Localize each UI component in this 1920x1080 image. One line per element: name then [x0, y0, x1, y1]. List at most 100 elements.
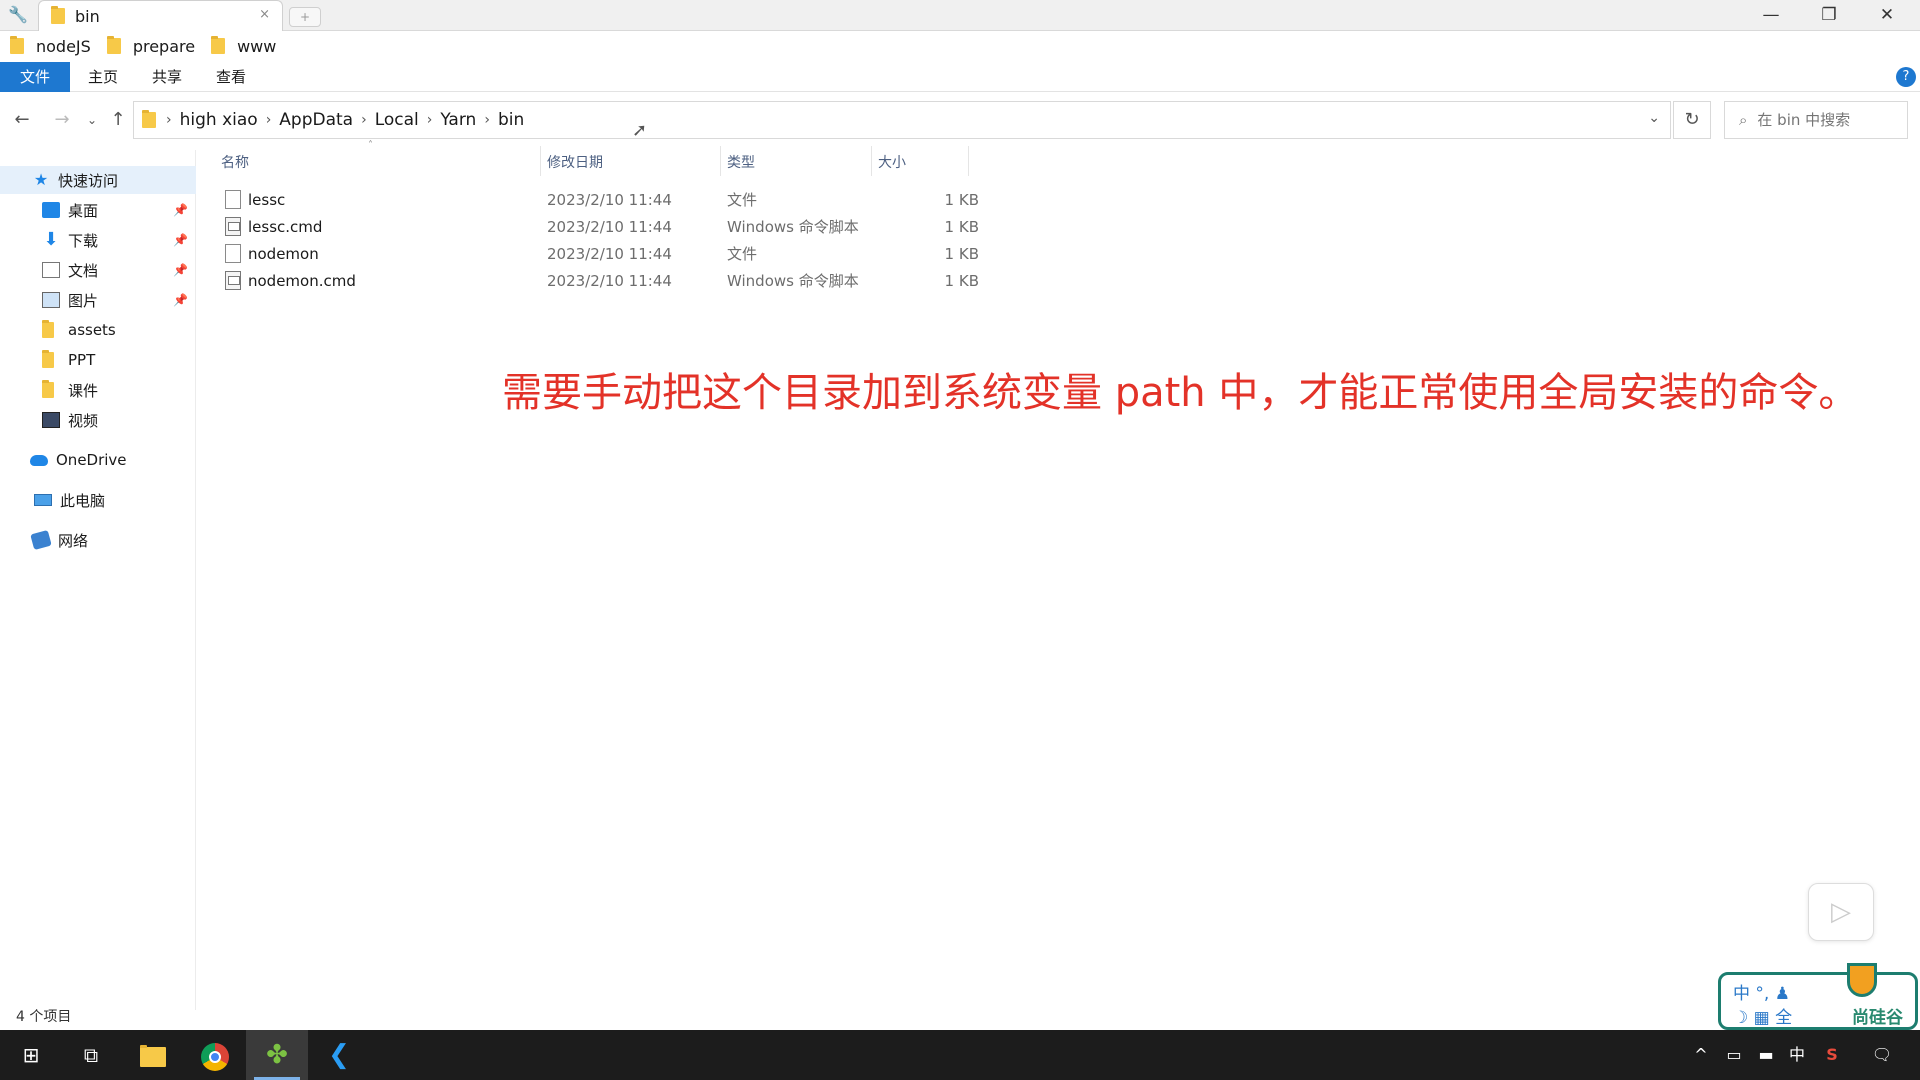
file-size: 1 KB: [944, 190, 979, 209]
sidebar-item-assets[interactable]: assets: [0, 316, 196, 344]
file-row[interactable]: nodemon 2023/2/10 11:44 文件 1 KB: [218, 240, 979, 267]
sogou-ime-icon[interactable]: S: [1818, 1030, 1846, 1080]
sidebar-item-quick-access[interactable]: ★ 快速访问: [0, 166, 196, 194]
taskbar: ⊞ ⧉ ✤ ❮ ^ ▭ ▬ 中 S 🗨: [0, 1030, 1920, 1080]
bookmark-nodejs[interactable]: nodeJS: [10, 36, 91, 56]
ribbon-tab-view[interactable]: 查看: [208, 62, 254, 92]
sidebar-item-documents[interactable]: 文档 📌: [0, 256, 196, 284]
file-name: nodemon: [248, 244, 319, 263]
network-tray-icon[interactable]: ▭: [1720, 1030, 1748, 1080]
pin-icon[interactable]: 📌: [173, 203, 188, 217]
ribbon-tab-home[interactable]: 主页: [80, 62, 126, 92]
chevron-right-icon[interactable]: ›: [427, 112, 433, 128]
tab-close-icon[interactable]: ×: [259, 7, 270, 22]
sidebar-item-network[interactable]: 网络: [0, 526, 196, 554]
bookmark-prepare[interactable]: prepare: [106, 36, 195, 56]
show-hidden-icons-chevron-icon[interactable]: ^: [1690, 1030, 1712, 1080]
minimize-button[interactable]: —: [1742, 0, 1800, 31]
task-view-icon[interactable]: ⧉: [60, 1030, 122, 1080]
folder-icon: [142, 110, 156, 128]
search-input[interactable]: [1757, 111, 1888, 129]
sidebar-item-desktop[interactable]: 桌面 📌: [0, 196, 196, 224]
ime-mode-row[interactable]: 中 °, ♟: [1733, 979, 1790, 1004]
search-box[interactable]: ⌕: [1724, 101, 1908, 139]
ime-toolbar[interactable]: 中 °, ♟ ☽ ▦ 全 尚硅谷: [1718, 963, 1918, 1030]
file-row[interactable]: lessc.cmd 2023/2/10 11:44 Windows 命令脚本 1…: [218, 213, 979, 240]
ime-language-indicator[interactable]: 中: [1784, 1030, 1810, 1080]
vscode-icon[interactable]: ❮: [308, 1030, 370, 1080]
file-name: lessc: [248, 190, 286, 209]
ribbon-tab-file[interactable]: 文件: [0, 62, 70, 92]
notification-icon[interactable]: 🗨: [1864, 1030, 1900, 1080]
close-button[interactable]: ✕: [1858, 0, 1916, 31]
address-dropdown-icon[interactable]: ⌄: [1648, 110, 1660, 126]
sidebar-item-label: assets: [68, 321, 116, 339]
sidebar-item-onedrive[interactable]: OneDrive: [0, 446, 196, 474]
ime-options-row[interactable]: ☽ ▦ 全: [1733, 1003, 1792, 1028]
column-header-size[interactable]: 大小: [878, 152, 906, 172]
column-divider[interactable]: [540, 146, 541, 176]
file-name: lessc.cmd: [248, 217, 323, 236]
new-tab-button[interactable]: +: [289, 7, 321, 27]
column-header-name[interactable]: 名称: [221, 152, 249, 172]
sidebar-item-courseware[interactable]: 课件: [0, 376, 196, 404]
file-explorer-icon[interactable]: [122, 1030, 184, 1080]
file-row[interactable]: lessc 2023/2/10 11:44 文件 1 KB: [218, 186, 979, 213]
sidebar-item-pictures[interactable]: 图片 📌: [0, 286, 196, 314]
help-icon[interactable]: ?: [1896, 67, 1916, 87]
up-arrow-icon[interactable]: ↑: [106, 106, 130, 134]
wrench-icon[interactable]: 🔧: [8, 5, 28, 24]
pin-icon[interactable]: 📌: [173, 293, 188, 307]
forward-arrow-icon[interactable]: →: [50, 106, 74, 134]
breadcrumb-bin[interactable]: bin: [498, 110, 524, 130]
back-arrow-icon[interactable]: ←: [10, 106, 34, 134]
breadcrumb-appdata[interactable]: AppData: [279, 110, 353, 130]
document-icon: [42, 262, 60, 278]
breadcrumb-local[interactable]: Local: [375, 110, 419, 130]
chevron-right-icon[interactable]: ›: [484, 112, 490, 128]
column-header-date[interactable]: 修改日期: [547, 152, 603, 172]
bookmark-label: nodeJS: [36, 36, 91, 56]
column-header-type[interactable]: 类型: [727, 152, 755, 172]
sidebar-item-this-pc[interactable]: 此电脑: [0, 486, 196, 514]
search-icon: ⌕: [1739, 111, 1748, 129]
chevron-right-icon[interactable]: ›: [266, 112, 272, 128]
sidebar-item-downloads[interactable]: ⬇ 下载 📌: [0, 226, 196, 254]
column-divider[interactable]: [968, 146, 969, 176]
pin-icon[interactable]: 📌: [173, 233, 188, 247]
sidebar-item-ppt[interactable]: PPT: [0, 346, 196, 374]
breadcrumb-yarn[interactable]: Yarn: [440, 110, 476, 130]
sidebar-item-label: 课件: [68, 381, 99, 400]
column-divider[interactable]: [720, 146, 721, 176]
ribbon-tab-share[interactable]: 共享: [144, 62, 190, 92]
chevron-right-icon[interactable]: ›: [166, 112, 172, 128]
recent-locations-chevron-icon[interactable]: ⌄: [80, 106, 104, 134]
file-name: nodemon.cmd: [248, 271, 356, 290]
breadcrumb-high-xiao[interactable]: high xiao: [180, 110, 258, 130]
folder-icon: [211, 36, 226, 54]
bookmarks-bar: nodeJS prepare www: [0, 32, 1920, 60]
status-item-count: 4 个项目: [16, 1009, 72, 1025]
restore-button[interactable]: ❐: [1800, 0, 1858, 31]
play-icon[interactable]: ▷: [1808, 883, 1874, 941]
file-type: 文件: [727, 245, 758, 263]
file-date: 2023/2/10 11:44: [547, 217, 672, 236]
brand-logo-icon: [1847, 963, 1877, 997]
column-divider[interactable]: [871, 146, 872, 176]
address-bar[interactable]: › high xiao › AppData › Local › Yarn › b…: [133, 101, 1671, 139]
chevron-right-icon[interactable]: ›: [361, 112, 367, 128]
sidebar-item-videos[interactable]: 视频: [0, 406, 196, 434]
pin-icon[interactable]: 📌: [173, 263, 188, 277]
desktop-icon: [42, 202, 60, 218]
file-icon: [225, 190, 241, 209]
sidebar-item-label: 视频: [68, 411, 99, 430]
start-windows-icon[interactable]: ⊞: [0, 1030, 62, 1080]
chrome-icon[interactable]: [184, 1030, 246, 1080]
bookmark-www[interactable]: www: [211, 36, 276, 56]
clover-app-icon[interactable]: ✤: [246, 1030, 308, 1080]
file-row[interactable]: nodemon.cmd 2023/2/10 11:44 Windows 命令脚本…: [218, 267, 979, 294]
tab-bin[interactable]: bin ×: [38, 0, 283, 31]
battery-icon[interactable]: ▬: [1752, 1030, 1780, 1080]
refresh-icon[interactable]: ↻: [1673, 101, 1711, 139]
sidebar-item-label: 此电脑: [60, 491, 106, 510]
